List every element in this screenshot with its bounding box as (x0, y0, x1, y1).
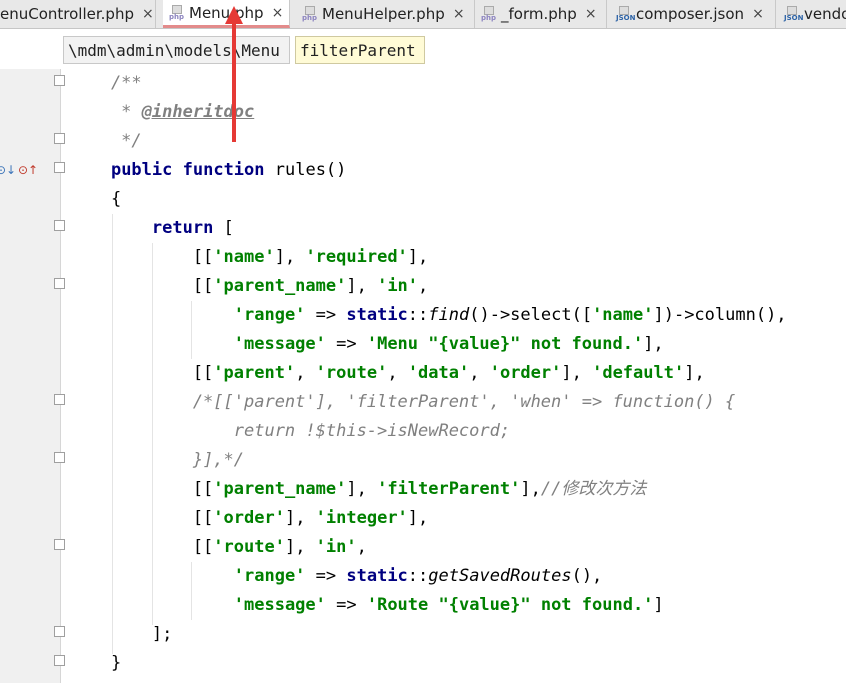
close-icon[interactable]: × (752, 6, 764, 22)
code-line[interactable]: [['name'], 'required'], (70, 243, 428, 272)
close-icon[interactable]: × (585, 6, 597, 22)
editor-gutter: ⊙↓ ⊙↑ (0, 69, 61, 683)
close-icon[interactable]: × (142, 6, 154, 22)
code-line[interactable]: [['parent_name'], 'in', (70, 272, 428, 301)
code-line[interactable]: [['parent', 'route', 'data', 'order'], '… (70, 359, 705, 388)
code-line[interactable]: 'range' => static::find()->select(['name… (70, 301, 787, 330)
code-line[interactable]: 'range' => static::getSavedRoutes(), (70, 562, 603, 591)
code-line[interactable]: ]; (70, 620, 172, 649)
code-line[interactable]: } (70, 649, 121, 678)
php-file-icon: php (302, 6, 318, 22)
close-icon[interactable]: × (453, 6, 465, 22)
tab-composer-json[interactable]: JSON composer.json × (610, 0, 776, 28)
fold-marker[interactable] (54, 655, 65, 666)
tab-menuhelper-php[interactable]: php MenuHelper.php × (296, 0, 475, 28)
code-line[interactable]: 'message' => 'Menu "{value}" not found.'… (70, 330, 664, 359)
fold-marker[interactable] (54, 75, 65, 86)
breadcrumb-method[interactable]: filterParent (295, 36, 425, 64)
fold-marker[interactable] (54, 539, 65, 550)
tab-label: MenuHelper.php (322, 5, 445, 23)
fold-marker[interactable] (54, 452, 65, 463)
tab-label: _form.php (501, 5, 577, 23)
tab-label: vendo (804, 5, 846, 23)
code-line[interactable]: [['parent_name'], 'filterParent'],//修改次方… (70, 475, 647, 504)
breadcrumb: \mdm\admin\models\Menu filterParent (0, 31, 846, 69)
code-line[interactable]: }],*/ (70, 446, 244, 475)
tab-menu-php[interactable]: php Menu.php × (163, 0, 290, 28)
code-line[interactable]: /*[['parent'], 'filterParent', 'when' =>… (70, 388, 735, 417)
php-file-icon: php (169, 4, 185, 21)
code-line[interactable]: return [ (70, 214, 234, 243)
tab-label: enuController.php (0, 5, 134, 23)
php-file-icon: php (481, 6, 497, 22)
code-editor[interactable]: ⊙↓ ⊙↑ /** * @inheritdoc */ public functi… (0, 69, 846, 683)
code-line[interactable]: */ (70, 127, 141, 156)
code-line[interactable]: return !$this->isNewRecord; (70, 417, 510, 446)
tab-vendor[interactable]: JSON vendo (778, 0, 846, 28)
code-line[interactable]: 'message' => 'Route "{value}" not found.… (70, 591, 664, 620)
tab-label: composer.json (636, 5, 745, 23)
tab-form-php[interactable]: php _form.php × (475, 0, 607, 28)
fold-marker[interactable] (54, 133, 65, 144)
code-line[interactable]: * @inheritdoc (70, 98, 254, 127)
fold-marker[interactable] (54, 626, 65, 637)
breadcrumb-namespace[interactable]: \mdm\admin\models\Menu (63, 36, 290, 64)
json-file-icon: JSON (784, 6, 803, 22)
fold-marker[interactable] (54, 220, 65, 231)
code-line[interactable]: [['order'], 'integer'], (70, 504, 428, 533)
fold-marker[interactable] (54, 394, 65, 405)
editor-tab-bar: enuController.php × php Menu.php × php M… (0, 0, 846, 29)
overrides-method-icon[interactable]: ⊙↑ (18, 163, 38, 177)
code-line[interactable]: [['route'], 'in', (70, 533, 367, 562)
code-line[interactable]: { (70, 185, 121, 214)
fold-marker[interactable] (54, 278, 65, 289)
tab-label: Menu.php (189, 3, 264, 22)
tab-menucontroller[interactable]: enuController.php × (0, 0, 156, 28)
json-file-icon: JSON (616, 6, 635, 22)
code-line[interactable]: /** (70, 69, 142, 98)
implements-method-icon[interactable]: ⊙↓ (0, 163, 16, 177)
code-line[interactable]: public function rules() (70, 156, 346, 185)
fold-marker[interactable] (54, 162, 65, 173)
close-icon[interactable]: × (272, 5, 284, 21)
